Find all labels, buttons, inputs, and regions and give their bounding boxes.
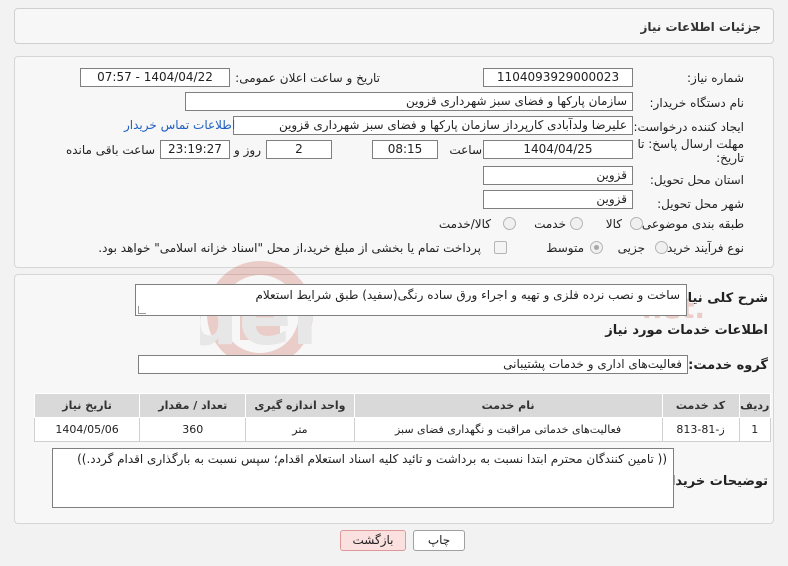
description-label: شرح کلی نیاز:	[674, 291, 768, 306]
services-section-title: اطلاعات خدمات مورد نیاز	[605, 323, 768, 338]
col-service-code: کد خدمت	[661, 393, 740, 418]
treasury-payment-note: پرداخت تمام یا بخشی از مبلغ خرید،از محل …	[98, 241, 481, 255]
creator-field[interactable]: علیرضا ولدآبادی کارپرداز سازمان پارکها و…	[233, 116, 633, 135]
service-group-label: گروه خدمت:	[688, 358, 768, 373]
days-label: روز و	[234, 143, 261, 157]
process-medium-label: متوسط	[546, 241, 584, 255]
resize-handle[interactable]	[138, 306, 146, 314]
buyer-notes-textarea[interactable]: (( تامین کنندگان محترم ابتدا نسبت به برد…	[52, 448, 674, 508]
deadline-time-field[interactable]: 08:15	[372, 140, 438, 159]
header-panel: جزئیات اطلاعات نیاز	[14, 8, 774, 44]
cell-service-code: ز-81-813	[661, 417, 740, 442]
deadline-date-field[interactable]: 1404/04/25	[483, 140, 633, 159]
treasury-payment-checkbox[interactable]	[494, 241, 507, 254]
buyer-contact-link[interactable]: اطلاعات تماس خریدار	[124, 118, 235, 132]
page-title: جزئیات اطلاعات نیاز	[640, 20, 761, 34]
process-label: نوع فرآیند خرید :	[659, 241, 744, 255]
cell-unit: متر	[245, 417, 355, 442]
city-label: شهر محل تحویل:	[657, 197, 744, 211]
category-service-label: خدمت	[534, 217, 566, 231]
cell-quantity: 360	[139, 417, 247, 442]
col-service-name: نام خدمت	[353, 393, 663, 418]
deadline-time-label: ساعت	[449, 143, 482, 157]
creator-label: ایجاد کننده درخواست:	[633, 120, 744, 134]
days-field[interactable]: 2	[266, 140, 332, 159]
announce-field[interactable]: 1404/04/22 - 07:57	[80, 68, 230, 87]
table-row: 1 ز-81-813 فعالیت‌های خدماتی مراقبت و نگ…	[33, 417, 772, 442]
service-group-field[interactable]: فعالیت‌های اداری و خدمات پشتیبانی	[138, 355, 688, 374]
buyer-notes-text: (( تامین کنندگان محترم ابتدا نسبت به برد…	[77, 452, 667, 466]
province-label: استان محل تحویل:	[649, 173, 744, 187]
category-goods-radio[interactable]	[630, 217, 643, 230]
province-field[interactable]: قزوین	[483, 166, 633, 185]
col-quantity: تعداد / مقدار	[139, 393, 247, 418]
deadline-date-label: تاریخ:	[716, 151, 744, 165]
services-table: ردیف کد خدمت نام خدمت واحد اندازه گیری ت…	[33, 393, 772, 442]
need-number-field[interactable]: 1104093929000023	[483, 68, 633, 87]
category-label: طبقه بندی موضوعی:	[637, 217, 744, 231]
category-goods-label: کالا	[605, 217, 622, 231]
cell-row-number: 1	[738, 417, 772, 442]
buyer-org-field[interactable]: سازمان پارکها و فضای سبز شهرداری قزوین	[185, 92, 633, 111]
buyer-notes-label: توضیحات خریدار:	[658, 474, 768, 489]
col-row-number: ردیف	[738, 393, 772, 418]
process-minor-radio[interactable]	[655, 241, 668, 254]
category-goods-service-radio[interactable]	[503, 217, 516, 230]
process-medium-radio[interactable]	[590, 241, 603, 254]
need-number-label: شماره نیاز:	[687, 71, 744, 85]
back-button[interactable]: بازگشت	[340, 530, 406, 551]
table-header-row: ردیف کد خدمت نام خدمت واحد اندازه گیری ت…	[33, 393, 772, 418]
process-minor-label: جزیی	[617, 241, 645, 255]
description-textarea[interactable]: ساخت و نصب نرده فلزی و تهیه و اجراء ورق …	[135, 284, 687, 316]
category-service-radio[interactable]	[570, 217, 583, 230]
buyer-org-label: نام دستگاه خریدار:	[649, 96, 745, 110]
col-unit: واحد اندازه گیری	[245, 393, 355, 418]
remaining-label: ساعت باقی مانده	[65, 143, 155, 157]
cell-service-name: فعالیت‌های خدماتی مراقبت و نگهداری فضای …	[353, 417, 663, 442]
description-text: ساخت و نصب نرده فلزی و تهیه و اجراء ورق …	[255, 288, 680, 302]
print-button[interactable]: چاپ	[413, 530, 465, 551]
need-info-section	[14, 56, 774, 268]
remaining-time-field[interactable]: 23:19:27	[160, 140, 230, 159]
city-field[interactable]: قزوین	[483, 190, 633, 209]
cell-need-date: 1404/05/06	[33, 417, 141, 442]
category-goods-service-label: کالا/خدمت	[438, 217, 491, 231]
col-need-date: تاریخ نیاز	[33, 393, 141, 418]
announce-label: تاریخ و ساعت اعلان عمومی:	[235, 71, 380, 85]
deadline-label: مهلت ارسال پاسخ: تا	[637, 137, 744, 151]
